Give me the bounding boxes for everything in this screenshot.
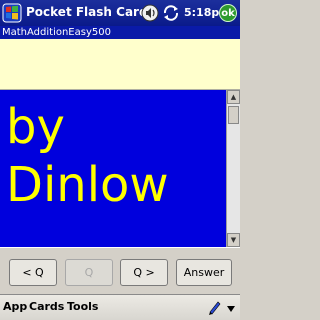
- windows-logo-icon[interactable]: [2, 3, 22, 23]
- title-bar: Pocket Flash Cards 5:18p ok: [0, 0, 240, 26]
- clock[interactable]: 5:18p: [184, 6, 219, 19]
- answer-button[interactable]: Answer: [176, 259, 232, 286]
- pen-input-icon[interactable]: [207, 299, 223, 315]
- previous-question-button[interactable]: < Q: [9, 259, 57, 286]
- scroll-up-icon[interactable]: ▲: [227, 90, 240, 104]
- deck-name-bar: MathAdditionEasy500: [0, 26, 240, 39]
- app-title: Pocket Flash Cards: [26, 5, 155, 19]
- card-display[interactable]: by Dinlow: [0, 90, 226, 247]
- question-button[interactable]: Q: [65, 259, 113, 286]
- card-text-line-2: Dinlow: [6, 157, 169, 213]
- button-bar: < Q Q Q > Answer: [0, 247, 240, 295]
- question-area: [0, 39, 240, 90]
- input-panel-arrow-icon[interactable]: [226, 305, 236, 313]
- ok-button[interactable]: ok: [219, 4, 237, 22]
- menu-bar: App Cards Tools: [0, 294, 240, 320]
- speaker-icon[interactable]: [141, 4, 159, 22]
- scroll-down-icon[interactable]: ▼: [227, 233, 240, 247]
- menu-tools[interactable]: Tools: [67, 300, 98, 313]
- card-text-line-1: by: [6, 99, 65, 155]
- scroll-thumb[interactable]: [228, 106, 239, 124]
- card-scrollbar[interactable]: ▲ ▼: [226, 90, 240, 247]
- sync-icon[interactable]: [162, 4, 180, 22]
- menu-cards[interactable]: Cards: [29, 300, 64, 313]
- next-question-button[interactable]: Q >: [120, 259, 168, 286]
- menu-app[interactable]: App: [3, 300, 27, 313]
